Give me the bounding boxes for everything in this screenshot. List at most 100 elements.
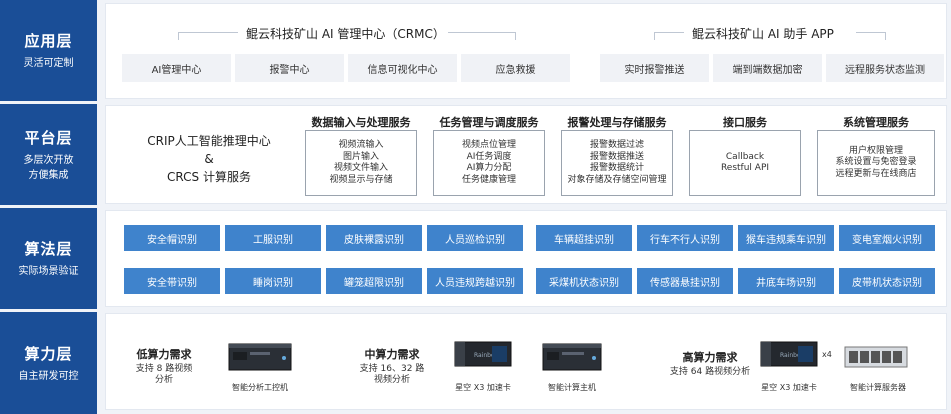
requirement-title: 高算力需求	[682, 351, 738, 364]
requirement-desc: 分析	[154, 375, 173, 385]
service-item: AI任务调度	[466, 151, 512, 162]
service-item: 用户权限管理	[848, 145, 903, 156]
service-title: 系统管理服务	[843, 116, 909, 129]
service-title: 报警处理与存储服务	[567, 116, 667, 129]
layer-subtitle: 方便集成	[28, 169, 69, 181]
crmc-item[interactable]: 报警中心	[235, 54, 344, 82]
crmc-item[interactable]: AI管理中心	[122, 54, 231, 82]
crip-line: CRIP人工智能推理中心	[147, 134, 271, 148]
layer-title: 算力层	[24, 344, 73, 363]
industrial-pc-icon	[228, 343, 292, 371]
device-caption: 智能分析工控机	[232, 383, 288, 392]
layer-compute: 算力层 自主研发可控	[0, 312, 97, 414]
low-compute-requirement: 低算力需求 支持 8 路视频 分析	[120, 346, 208, 386]
compute-host-icon	[542, 343, 602, 371]
bracket-tick	[885, 32, 886, 40]
crip-block: CRIP人工智能推理中心 & CRCS 计算服务	[114, 132, 304, 186]
service-item: 报警数据统计	[589, 163, 644, 173]
layer-application: 应用层 灵活可定制	[0, 0, 97, 101]
application-panel: 鲲云科技矿山 AI 管理中心（CRMC） AI管理中心 报警中心 信息可视化中心…	[105, 3, 947, 99]
app-item[interactable]: 端到端数据加密	[713, 54, 822, 82]
layer-title: 应用层	[24, 32, 73, 50]
algo-item[interactable]: 人员违规跨越识别	[427, 268, 523, 294]
service-box: Callback Restful API	[689, 130, 801, 196]
service-item: 视频文件输入	[333, 163, 388, 173]
service-item: 视频流输入	[338, 140, 384, 150]
requirement-title: 中算力需求	[364, 348, 420, 361]
service-item: 对象存储及存储空间管理	[567, 174, 667, 185]
app-item[interactable]: 远程服务状态监测	[826, 54, 944, 82]
layer-algorithm: 算法层 实际场景验证	[0, 208, 97, 309]
bracket-tick	[515, 32, 516, 40]
layer-subtitle: 灵活可定制	[23, 58, 74, 69]
compute-panel: 低算力需求 支持 8 路视频 分析 智能分析工控机 中算力需求 支持 16、32…	[105, 313, 947, 410]
bracket-tick	[178, 32, 179, 40]
algo-item[interactable]: 猴车违规乘车识别	[738, 225, 834, 251]
service-title: 数据输入与处理服务	[311, 116, 411, 129]
service-item: 系统设置与免密登录	[835, 157, 917, 168]
accelerator-card-icon: Rainbow	[454, 341, 512, 367]
crmc-item[interactable]: 信息可视化中心	[348, 54, 457, 82]
algo-item[interactable]: 人员巡检识别	[427, 225, 523, 251]
layer-title: 平台层	[24, 128, 73, 147]
requirement-desc: 支持 8 路视频	[135, 364, 193, 374]
requirement-desc: 支持 16、32 路	[359, 364, 425, 374]
platform-panel: CRIP人工智能推理中心 & CRCS 计算服务 数据输入与处理服务 视频流输入…	[105, 105, 947, 204]
algo-item[interactable]: 采煤机状态识别	[536, 268, 632, 294]
accelerator-card-icon: Rainbow	[760, 341, 818, 367]
service-item: 报警数据推送	[589, 151, 644, 162]
device-caption: 智能计算服务器	[850, 383, 906, 392]
service-item: Restful API	[720, 163, 770, 173]
layer-subtitle: 自主研发可控	[18, 370, 79, 382]
crmc-bracket-right	[448, 32, 516, 33]
service-box: 视频流输入 图片输入 视频文件输入 视频显示与存储	[305, 130, 417, 196]
requirement-desc: 支持 64 路视频分析	[669, 367, 751, 377]
service-item: 图片输入	[342, 151, 379, 162]
service-item: 视频点位管理	[461, 140, 516, 150]
bracket-tick	[654, 32, 655, 40]
crmc-title: 鲲云科技矿山 AI 管理中心（CRMC）	[246, 27, 445, 41]
algo-item[interactable]: 车辆超挂识别	[536, 225, 632, 251]
layer-subtitle: 实际场景验证	[18, 266, 79, 277]
algo-item[interactable]: 工服识别	[225, 225, 321, 251]
service-item: 视频显示与存储	[329, 174, 393, 185]
service-item: AI算力分配	[466, 163, 512, 173]
crip-line: CRCS 计算服务	[167, 170, 251, 184]
compute-server-icon	[844, 346, 908, 368]
algorithm-panel: 安全帽识别 工服识别 皮肤裸露识别 人员巡检识别 车辆超挂识别 行车不行人识别 …	[105, 210, 947, 307]
crmc-item[interactable]: 应急救援	[461, 54, 570, 82]
mid-compute-requirement: 中算力需求 支持 16、32 路 视频分析	[342, 346, 442, 386]
algo-item[interactable]: 井底车场识别	[738, 268, 834, 294]
layer-subtitle: 多层次开放	[23, 154, 74, 166]
device-caption: 星空 X3 加速卡	[761, 383, 817, 392]
service-box: 用户权限管理 系统设置与免密登录 远程更新与在线商店	[817, 130, 935, 196]
app-bracket-left	[654, 32, 684, 33]
service-title: 接口服务	[723, 116, 767, 129]
algo-item[interactable]: 安全带识别	[124, 268, 220, 294]
algo-item[interactable]: 行车不行人识别	[637, 225, 733, 251]
app-title: 鲲云科技矿山 AI 助手 APP	[692, 27, 834, 41]
device-caption: 星空 X3 加速卡	[455, 383, 511, 392]
requirement-title: 低算力需求	[136, 348, 192, 361]
requirement-desc: 视频分析	[373, 375, 410, 385]
service-box: 报警数据过滤 报警数据推送 报警数据统计 对象存储及存储空间管理	[561, 130, 673, 196]
crmc-bracket-left	[178, 32, 238, 33]
algo-item[interactable]: 传感器悬挂识别	[637, 268, 733, 294]
service-item: 任务健康管理	[461, 174, 516, 185]
algo-item[interactable]: 变电室烟火识别	[839, 225, 935, 251]
device-caption: 智能计算主机	[548, 383, 596, 392]
service-item: 报警数据过滤	[589, 140, 644, 150]
high-compute-requirement: 高算力需求 支持 64 路视频分析	[654, 349, 766, 378]
crip-line: &	[204, 152, 214, 166]
app-bracket-right	[856, 32, 886, 33]
algo-item[interactable]: 安全帽识别	[124, 225, 220, 251]
algo-item[interactable]: 皮带机状态识别	[839, 268, 935, 294]
service-item: Callback	[725, 151, 765, 162]
algo-item[interactable]: 睡岗识别	[225, 268, 321, 294]
layer-platform: 平台层 多层次开放 方便集成	[0, 104, 97, 205]
algo-item[interactable]: 罐笼超限识别	[326, 268, 422, 294]
algo-item[interactable]: 皮肤裸露识别	[326, 225, 422, 251]
service-item: 远程更新与在线商店	[835, 168, 917, 179]
app-item[interactable]: 实时报警推送	[600, 54, 709, 82]
layer-title: 算法层	[24, 240, 73, 258]
